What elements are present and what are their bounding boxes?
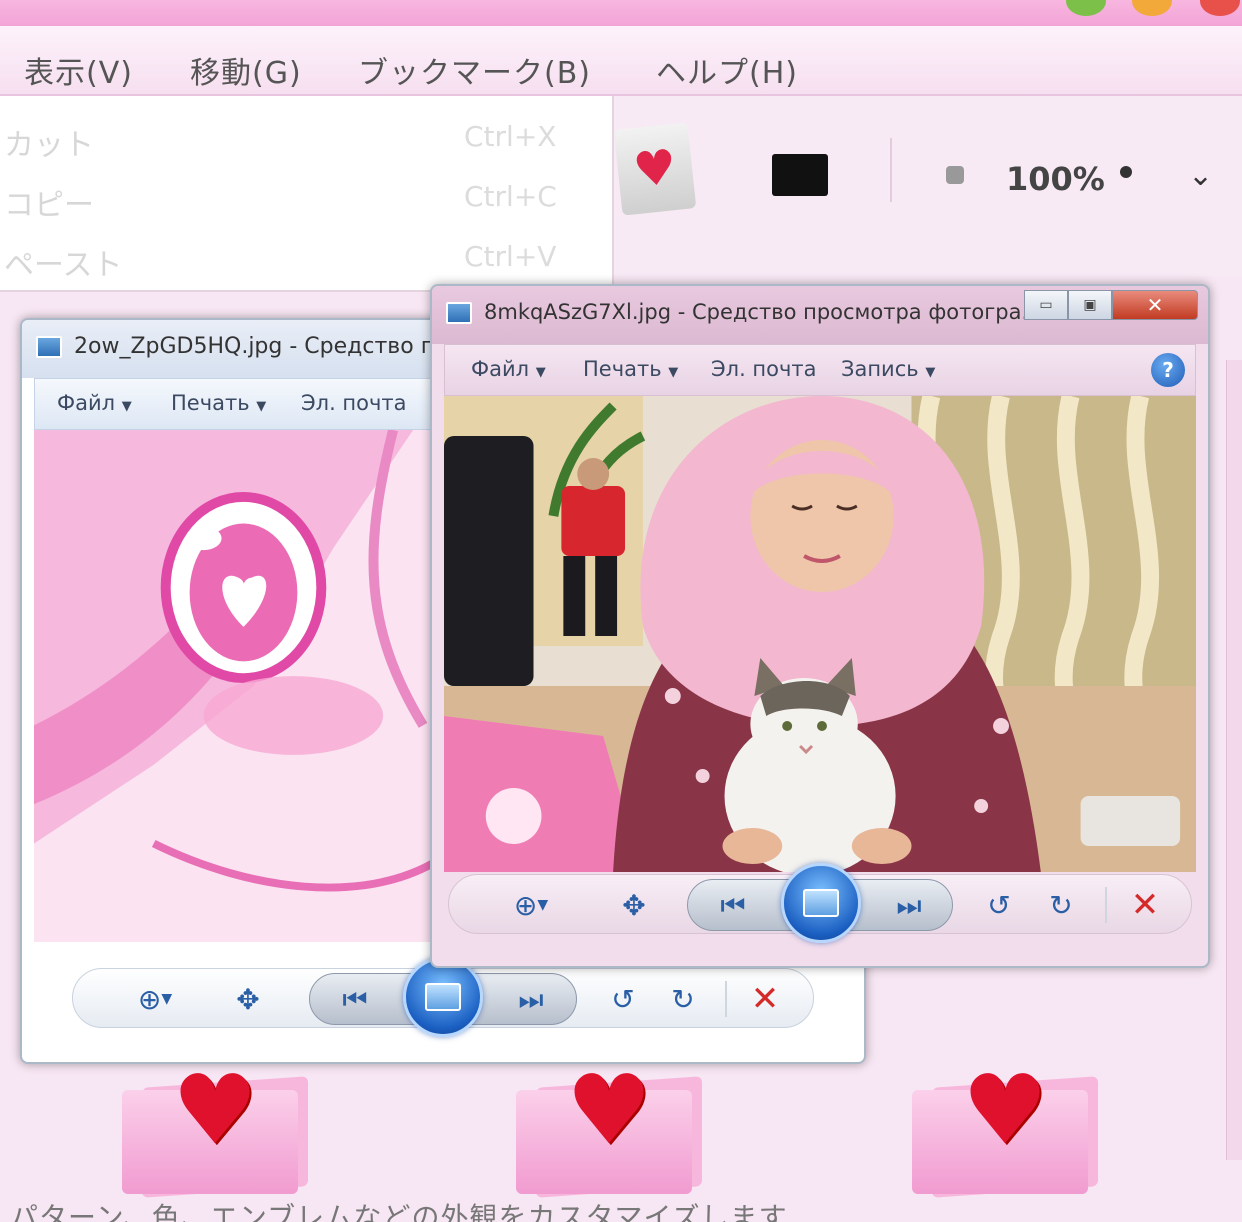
rotate-right-icon[interactable]: ↻	[661, 979, 705, 1019]
slideshow-icon	[803, 889, 839, 917]
menu-go[interactable]: 移動(G)	[190, 48, 302, 92]
slideshow-button[interactable]	[403, 957, 483, 1037]
dropdown-item-label: コピー	[4, 188, 94, 223]
previous-icon[interactable]: ⏮	[330, 980, 380, 1020]
next-icon[interactable]: ⏭	[506, 980, 556, 1020]
menu-print[interactable]: Печать ▼	[583, 357, 678, 381]
delete-icon[interactable]: ✕	[743, 979, 787, 1019]
help-icon[interactable]: ?	[1151, 353, 1185, 387]
status-bar-text: パターン、色、エンブレムなどの外観をカスタマイズします	[10, 1201, 788, 1222]
toolbar-divider	[890, 138, 892, 202]
photo-viewer-app-icon	[36, 336, 62, 358]
menu-bookmarks[interactable]: ブックマーク(B)	[358, 48, 591, 92]
scrollbar[interactable]	[1226, 360, 1242, 1160]
rotate-left-icon[interactable]: ↺	[601, 979, 645, 1019]
heart-icon: ♥	[630, 138, 680, 200]
slider-dot[interactable]	[1120, 166, 1132, 178]
viewer-title: 8mkqASzG7Xl.jpg - Средство просмотра фот…	[484, 300, 1042, 324]
maximize-button[interactable]: ▣	[1068, 290, 1112, 320]
viewer-control-bar: ⊕ ▼ ✥ ⏮ ⏭ ↺ ↻ ✕	[448, 863, 1192, 943]
photo-viewer-window-front: 8mkqASzG7Xl.jpg - Средство просмотра фот…	[430, 284, 1210, 968]
control-divider	[725, 981, 727, 1017]
heart-icon: ♥	[172, 1054, 259, 1166]
heart-folder-icon[interactable]: ♥	[912, 1062, 1098, 1198]
dropdown-item-shortcut: Ctrl+V	[464, 240, 557, 273]
previous-icon[interactable]: ⏮	[708, 886, 758, 926]
menu-email[interactable]: Эл. почта	[711, 357, 817, 381]
menu-burn[interactable]: Запись ▼	[841, 357, 935, 381]
delete-icon[interactable]: ✕	[1123, 885, 1167, 925]
heart-folder-icon[interactable]: ♥	[516, 1062, 702, 1198]
menu-email[interactable]: Эл. почта	[301, 391, 407, 415]
dropdown-item-label: カット	[4, 128, 94, 163]
zoom-small-icon[interactable]	[946, 166, 964, 184]
fit-window-icon[interactable]: ✥	[223, 979, 273, 1019]
viewer-image-photo	[444, 396, 1196, 872]
rotate-left-icon[interactable]: ↺	[977, 885, 1021, 925]
background-toolbar	[614, 96, 1242, 276]
slideshow-icon	[425, 983, 461, 1011]
dropdown-item-copy[interactable]: コピー Ctrl+C	[0, 170, 600, 226]
zoom-icon[interactable]: ⊕ ▼	[501, 885, 561, 925]
dropdown-item-shortcut: Ctrl+C	[464, 180, 557, 213]
edit-dropdown-menu: カット Ctrl+X コピー Ctrl+C ペースト Ctrl+V	[0, 96, 614, 292]
window-red-button[interactable]	[1200, 0, 1240, 16]
dropdown-item-shortcut: Ctrl+X	[464, 120, 557, 153]
zoom-level: 100%	[1006, 160, 1105, 198]
heart-folder-icon[interactable]: ♥	[122, 1062, 308, 1198]
chevron-down-icon[interactable]: ⌄	[1188, 158, 1213, 193]
background-menubar: 表示(V) 移動(G) ブックマーク(B) ヘルプ(H)	[0, 26, 1242, 96]
background-titlebar	[0, 0, 1242, 26]
viewer-titlebar[interactable]: 8mkqASzG7Xl.jpg - Средство просмотра фот…	[432, 286, 1208, 344]
slideshow-button[interactable]	[781, 863, 861, 943]
next-icon[interactable]: ⏭	[884, 886, 934, 926]
zoom-icon[interactable]: ⊕ ▼	[125, 979, 185, 1019]
dropdown-item-cut[interactable]: カット Ctrl+X	[0, 110, 600, 166]
viewer-menubar: Файл ▼ Печать ▼ Эл. почта Запись ▼ ?	[444, 344, 1196, 396]
viewer-control-bar: ⊕ ▼ ✥ ⏮ ⏭ ↺ ↻ ✕	[72, 957, 814, 1037]
heart-card-icon[interactable]: ♥	[613, 122, 697, 216]
heart-icon: ♥	[566, 1054, 653, 1166]
photo-viewer-app-icon	[446, 302, 472, 324]
menu-file[interactable]: Файл ▼	[471, 357, 546, 381]
dropdown-item-paste[interactable]: ペースト Ctrl+V	[0, 230, 600, 286]
photo-thumbnail-icon[interactable]	[772, 154, 828, 196]
menu-view[interactable]: 表示(V)	[24, 48, 133, 92]
menu-file[interactable]: Файл ▼	[57, 391, 132, 415]
window-green-button[interactable]	[1066, 0, 1106, 16]
fit-window-icon[interactable]: ✥	[609, 885, 659, 925]
window-controls: ▭ ▣ ✕	[1024, 290, 1198, 320]
heart-icon: ♥	[962, 1054, 1049, 1166]
rotate-right-icon[interactable]: ↻	[1039, 885, 1083, 925]
control-divider	[1105, 887, 1107, 923]
minimize-button[interactable]: ▭	[1024, 290, 1068, 320]
menu-print[interactable]: Печать ▼	[171, 391, 266, 415]
menu-help[interactable]: ヘルプ(H)	[656, 48, 798, 92]
photo-woman-with-cat	[444, 396, 1196, 872]
dropdown-item-label: ペースト	[4, 248, 123, 283]
close-button[interactable]: ✕	[1112, 290, 1198, 320]
window-orange-button[interactable]	[1132, 0, 1172, 16]
